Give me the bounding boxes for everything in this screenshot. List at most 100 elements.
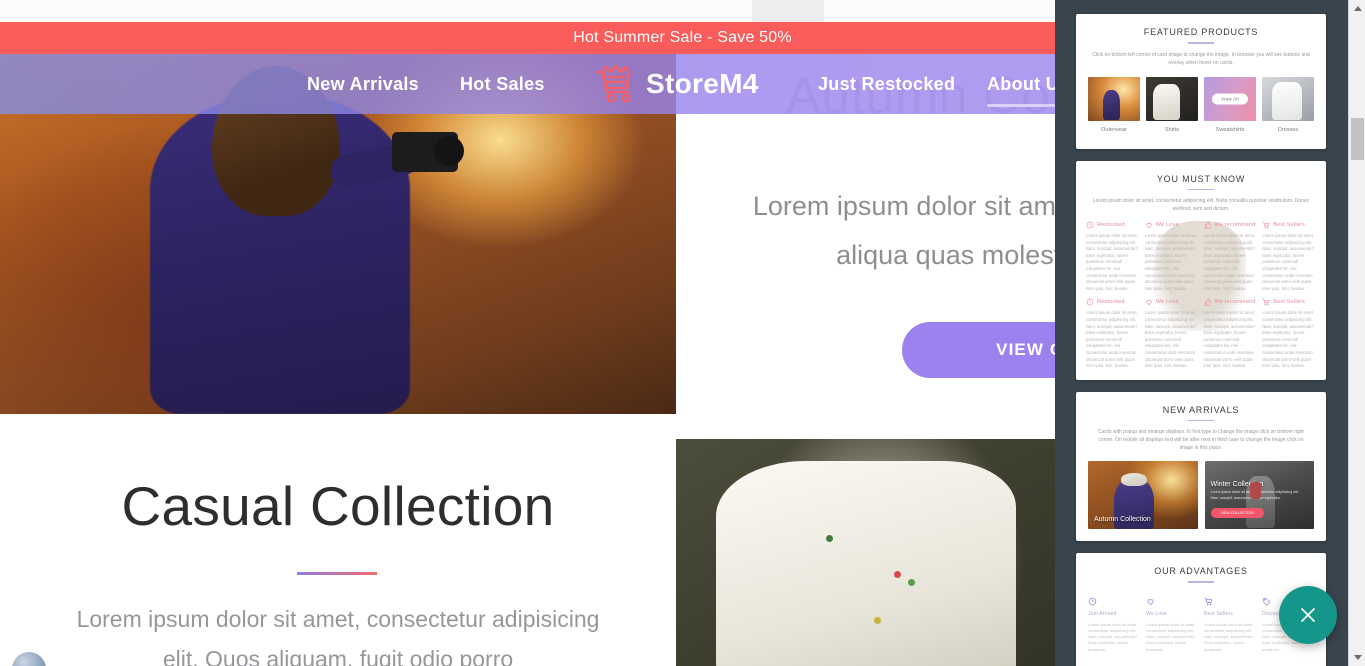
featured-card[interactable]: Shirts — [1146, 76, 1198, 133]
scrollbar-thumb[interactable] — [1351, 118, 1364, 160]
browser-tab[interactable] — [752, 0, 824, 22]
cart-icon — [1262, 298, 1270, 306]
feature-body: Lorem ipsum dolor sit amet, consectetur … — [1262, 310, 1314, 369]
brand-name: StoreM4 — [646, 68, 759, 99]
clock-icon — [1086, 298, 1094, 306]
feature-title: Best Sellers — [1273, 222, 1305, 228]
close-panel-button[interactable] — [1279, 586, 1337, 644]
advantage-body: Lorem ipsum dolor sit amet, consectetur … — [1146, 621, 1196, 652]
feature-column[interactable]: Restocked Lorem ipsum dolor sit amet, co… — [1086, 221, 1140, 292]
nav-item-new-arrivals[interactable]: New Arrivals — [307, 74, 419, 95]
card-body: Lorem ipsum dolor sit amet, consectetur … — [1210, 490, 1299, 500]
feature-body: Lorem ipsum dolor sit amet, consectetur … — [1144, 233, 1197, 291]
you-must-know-body: Restocked Lorem ipsum dolor sit amet, co… — [1076, 213, 1326, 380]
feature-heading: Best Sellers — [1262, 298, 1316, 306]
thumbnail-caption: Outerwear — [1101, 126, 1127, 133]
feature-column[interactable]: We recommend Lorem ipsum dolor sit amet,… — [1204, 221, 1258, 292]
hero-camera-shape — [392, 132, 464, 172]
thumbs-up-icon — [1204, 221, 1212, 229]
thumbnail-caption: Shirts — [1164, 126, 1180, 133]
feature-heading: We Love — [1145, 298, 1199, 306]
arrival-card-autumn[interactable]: Autumn Collection — [1088, 461, 1198, 530]
feature-title: We recommend — [1214, 222, 1256, 228]
block-subtitle: Click on bottom left corner of card imag… — [1092, 51, 1310, 66]
casual-title: Casual Collection — [121, 475, 555, 537]
heart-icon — [1145, 298, 1153, 306]
new-arrivals-cards: Autumn Collection Winter Collection Lore… — [1076, 452, 1326, 541]
block-title: FEATURED PRODUCTS — [1143, 27, 1259, 37]
block-featured-products[interactable]: FEATURED PRODUCTS Click on bottom left c… — [1076, 14, 1326, 149]
cart-icon — [1262, 221, 1270, 229]
feature-heading: We recommend — [1204, 221, 1258, 229]
advantage-column[interactable]: Just Arrived Lorem ipsum dolor sit amet,… — [1088, 597, 1140, 653]
advantage-column[interactable]: We Love Lorem ipsum dolor sit amet, cons… — [1146, 597, 1198, 653]
block-subtitle: Lorem ipsum dolor sit amet, consectetur … — [1092, 198, 1310, 212]
thumbs-up-icon — [1204, 298, 1212, 307]
feature-title: We Love — [1155, 222, 1179, 228]
feature-body: Lorem ipsum dolor sit amet, consectetur … — [1262, 233, 1314, 291]
arrival-card-winter[interactable]: Winter Collection Lorem ipsum dolor sit … — [1204, 461, 1314, 530]
feature-heading: Restocked — [1086, 298, 1140, 306]
window-scrollbar[interactable] — [1348, 0, 1365, 666]
featured-card[interactable]: Dresses — [1262, 76, 1314, 133]
card-overlay: Winter Collection Lorem ipsum dolor sit … — [1210, 481, 1307, 519]
feature-heading: Best Sellers — [1262, 221, 1316, 229]
advantage-title: Just Arrived — [1088, 610, 1117, 617]
heart-icon — [1145, 221, 1153, 229]
feature-body: Lorem ipsum dolor sit amet, consectetur … — [1203, 310, 1256, 369]
feature-title: We Love — [1155, 299, 1179, 306]
nav-item-hot-sales[interactable]: Hot Sales — [460, 74, 545, 95]
feature-body: Lorem ipsum dolor sit amet, consectetur … — [1086, 233, 1138, 291]
clock-icon — [1086, 221, 1094, 229]
block-subtitle: Cards with popup text enlarge displays. … — [1098, 429, 1304, 452]
feature-column[interactable]: Best Sellers Lorem ipsum dolor sit amet,… — [1262, 298, 1316, 369]
view-all-button[interactable]: View All — [1211, 93, 1249, 104]
card-caption: Autumn Collection — [1094, 516, 1151, 524]
thumbnail-image — [1088, 76, 1140, 121]
feature-row-1: Restocked Lorem ipsum dolor sit amet, co… — [1086, 221, 1316, 292]
shopping-cart-icon — [595, 64, 631, 103]
scroll-down-arrow[interactable] — [1349, 649, 1365, 666]
block-title: YOU MUST KNOW — [1156, 173, 1246, 184]
close-icon — [1301, 608, 1315, 622]
feature-heading: We Love — [1145, 221, 1199, 229]
embroidery-dot — [826, 535, 833, 542]
feature-column[interactable]: We Love Lorem ipsum dolor sit amet, cons… — [1145, 298, 1199, 369]
featured-card[interactable]: View All Sweatshirts — [1204, 76, 1256, 133]
feature-body: Lorem ipsum dolor sit amet, consectetur … — [1086, 310, 1138, 369]
block-title: NEW ARRIVALS — [1162, 404, 1240, 415]
embroidery-dot — [874, 617, 881, 624]
cart-icon — [1204, 597, 1256, 606]
embroidery-dot — [894, 571, 901, 578]
sidebar-scroll-area[interactable]: FEATURED PRODUCTS Click on bottom left c… — [1055, 0, 1347, 666]
block-title: OUR ADVANTAGES — [1154, 566, 1248, 577]
brand-logo[interactable]: StoreM4 — [592, 64, 759, 104]
feature-title: Restocked — [1097, 222, 1125, 228]
feature-column[interactable]: Restocked Lorem ipsum dolor sit amet, co… — [1086, 298, 1140, 369]
feature-title: Restocked — [1097, 299, 1125, 306]
block-you-must-know[interactable]: YOU MUST KNOW Lorem ipsum dolor sit amet… — [1076, 160, 1326, 380]
casual-paragraph: Lorem ipsum dolor sit amet, consectetur … — [76, 606, 600, 666]
featured-card[interactable]: Outerwear — [1088, 76, 1140, 133]
block-new-arrivals[interactable]: NEW ARRIVALS Cards with popup text enlar… — [1076, 391, 1326, 542]
thumbnail-caption: Sweatshirts — [1215, 126, 1245, 133]
card-cta-button[interactable]: VIEW COLLECTION — [1210, 508, 1264, 518]
scroll-up-arrow[interactable] — [1349, 0, 1365, 17]
nav-item-just-restocked[interactable]: Just Restocked — [818, 74, 955, 95]
feature-column[interactable]: We recommend Lorem ipsum dolor sit amet,… — [1204, 298, 1258, 369]
thumbnail-image: View All — [1204, 76, 1256, 121]
thumbnail-caption: Dresses — [1277, 126, 1299, 133]
feature-row-2: Restocked Lorem ipsum dolor sit amet, co… — [1086, 298, 1316, 369]
feature-column[interactable]: We Love Lorem ipsum dolor sit amet, cons… — [1145, 221, 1199, 292]
casual-divider — [297, 572, 377, 575]
advantage-body: Lorem ipsum dolor sit amet, consectetur … — [1204, 621, 1254, 652]
embroidery-dot — [908, 579, 915, 586]
thumbnail-image — [1262, 76, 1314, 121]
advantage-column[interactable]: Best Sellers Lorem ipsum dolor sit amet,… — [1204, 597, 1256, 653]
feature-column[interactable]: Best Sellers Lorem ipsum dolor sit amet,… — [1262, 221, 1316, 292]
feature-title: Best Sellers — [1273, 299, 1305, 306]
preview-sidebar-panel: FEATURED PRODUCTS Click on bottom left c… — [1055, 0, 1365, 666]
feature-heading: We recommend — [1204, 298, 1258, 307]
feature-heading: Restocked — [1086, 221, 1140, 229]
feature-body: Lorem ipsum dolor sit amet, consectetur … — [1144, 310, 1197, 369]
